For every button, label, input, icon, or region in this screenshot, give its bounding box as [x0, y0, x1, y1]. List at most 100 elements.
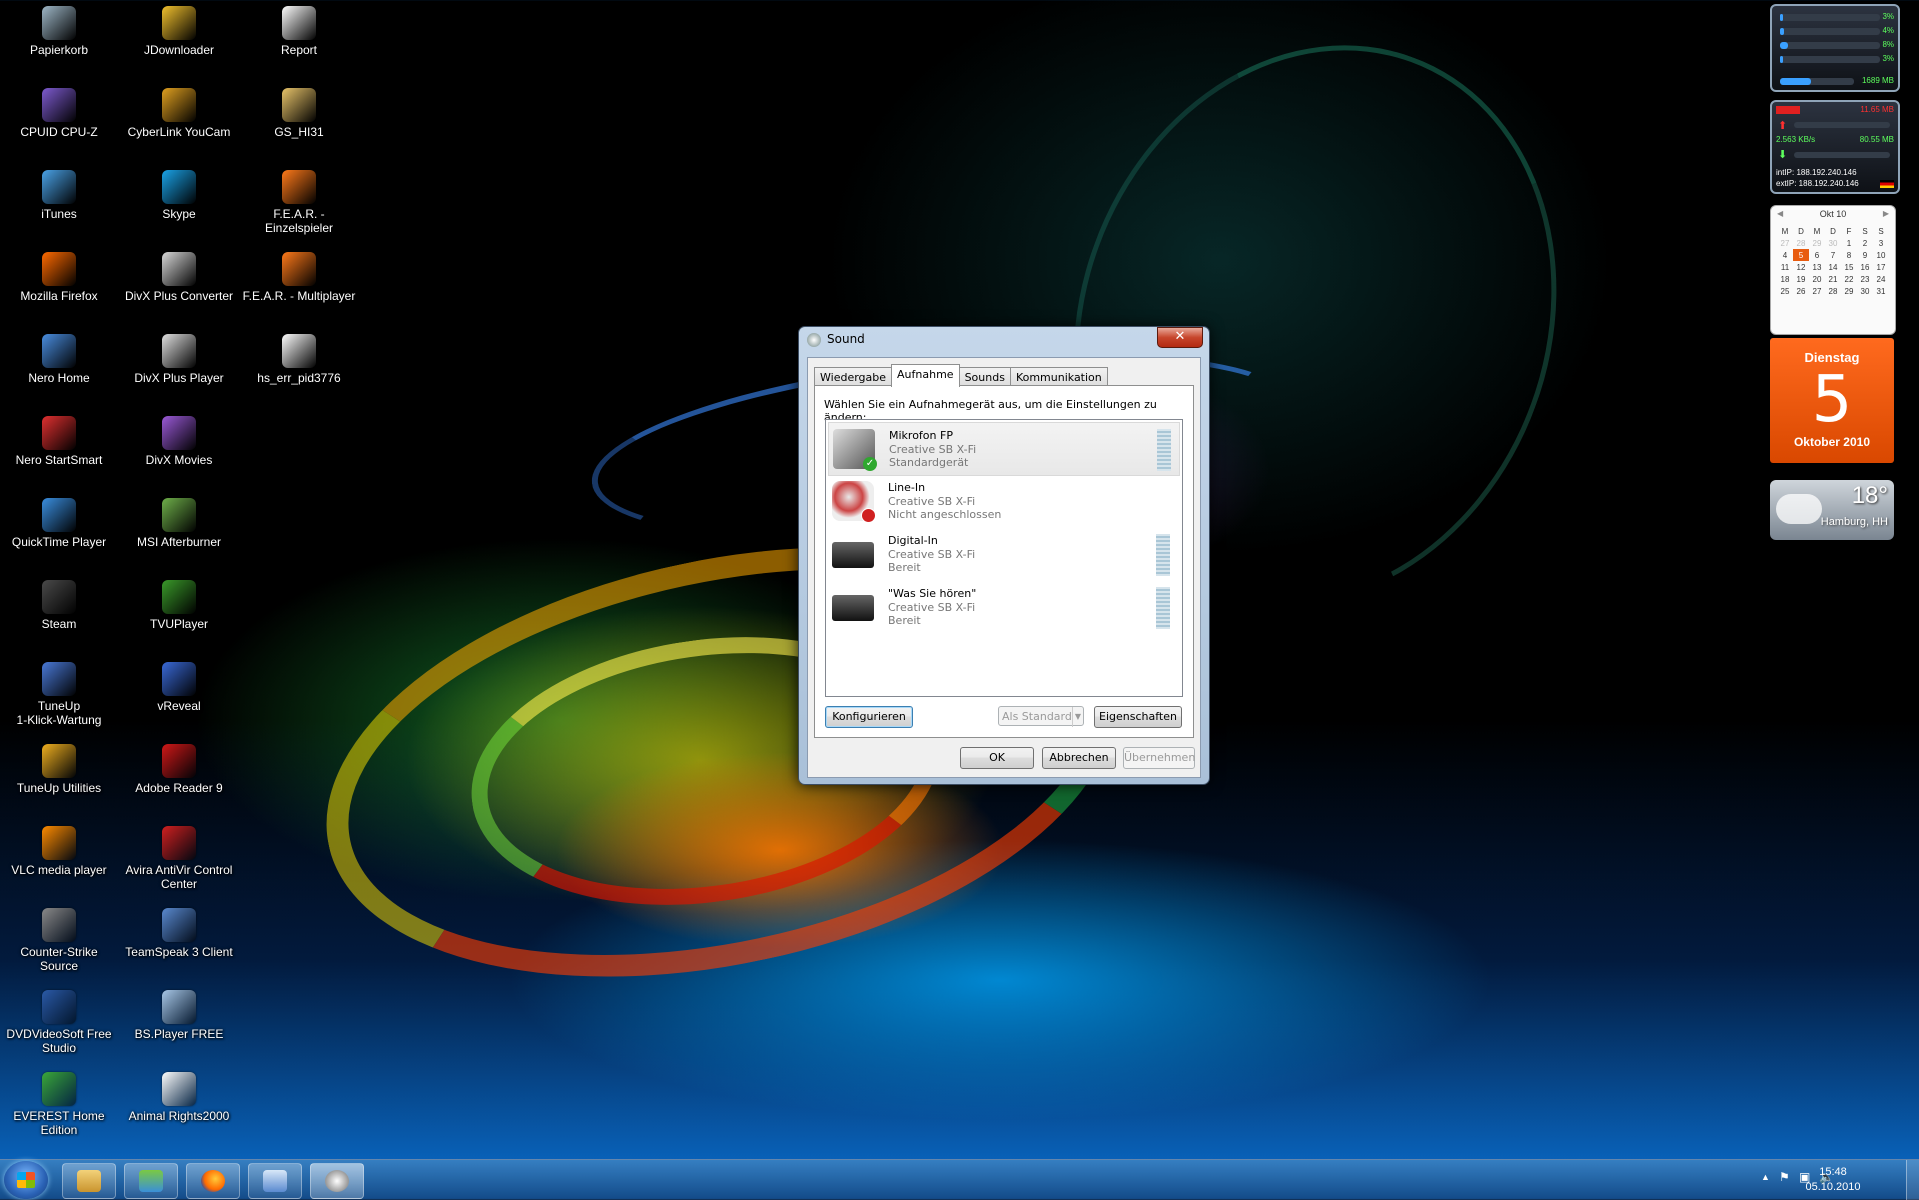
calendar-day[interactable]: 15: [1841, 261, 1857, 273]
list-item[interactable]: "Was Sie hören" Creative SB X-Fi Bereit: [828, 581, 1178, 633]
tab-wiedergabe[interactable]: Wiedergabe: [814, 367, 893, 387]
calendar-day[interactable]: 21: [1825, 273, 1841, 285]
desktop-icon[interactable]: Steam: [0, 580, 118, 631]
desktop-icon[interactable]: EVEREST Home Edition: [0, 1072, 118, 1137]
desktop-icon[interactable]: Adobe Reader 9: [120, 744, 238, 795]
calendar-day[interactable]: 28: [1793, 237, 1809, 249]
desktop-icon[interactable]: Counter-Strike Source: [0, 908, 118, 973]
desktop-icon[interactable]: Nero StartSmart: [0, 416, 118, 467]
properties-button[interactable]: Eigenschaften: [1094, 706, 1182, 728]
calendar-day[interactable]: 3: [1873, 237, 1889, 249]
close-button[interactable]: ✕: [1157, 327, 1203, 348]
desktop-icon[interactable]: TuneUp 1-Klick-Wartung: [0, 662, 118, 727]
desktop-icon[interactable]: VLC media player: [0, 826, 118, 877]
desktop-icon[interactable]: DivX Movies: [120, 416, 238, 467]
calendar-day[interactable]: 5: [1793, 249, 1809, 261]
calendar-day[interactable]: 31: [1873, 285, 1889, 297]
calendar-day[interactable]: 22: [1841, 273, 1857, 285]
calendar-day[interactable]: 27: [1809, 285, 1825, 297]
set-default-button[interactable]: Als Standard ▼: [998, 706, 1084, 727]
calendar-day[interactable]: 23: [1857, 273, 1873, 285]
desktop-icon[interactable]: F.E.A.R. - Multiplayer: [240, 252, 358, 303]
clock[interactable]: 15:48 05.10.2010: [1803, 1165, 1863, 1195]
flag-icon[interactable]: ⚑: [1779, 1170, 1790, 1184]
desktop-icon[interactable]: DivX Plus Player: [120, 334, 238, 385]
list-item[interactable]: ✓ Mikrofon FP Creative SB X-Fi Standardg…: [828, 422, 1180, 476]
calendar-day[interactable]: 7: [1825, 249, 1841, 261]
show-desktop-button[interactable]: [1906, 1160, 1919, 1200]
calendar-gadget[interactable]: ◀ Okt 10 ▶ M D M D F S S 27 28 29 30 1 2 3 4 5 6 7 8 9 10 11 1…: [1770, 205, 1896, 335]
network-meter-gadget[interactable]: 11.65 MB ⬆ 2.563 KB/s 80.55 MB ⬇ intIP: …: [1770, 100, 1900, 194]
calendar-day[interactable]: 2: [1857, 237, 1873, 249]
desktop-icon[interactable]: TuneUp Utilities: [0, 744, 118, 795]
desktop-icon[interactable]: CyberLink YouCam: [120, 88, 238, 139]
calendar-day[interactable]: 12: [1793, 261, 1809, 273]
calendar-day[interactable]: 14: [1825, 261, 1841, 273]
apply-button[interactable]: Übernehmen: [1123, 747, 1195, 769]
desktop-icon[interactable]: DivX Plus Converter: [120, 252, 238, 303]
tray-chevron-up-icon[interactable]: ▲: [1761, 1172, 1770, 1182]
calendar-day[interactable]: 27: [1777, 237, 1793, 249]
calendar-day[interactable]: 20: [1809, 273, 1825, 285]
desktop-icon[interactable]: Animal Rights2000: [120, 1072, 238, 1123]
taskbar-network-button[interactable]: [124, 1163, 178, 1199]
desktop-icon[interactable]: Mozilla Firefox: [0, 252, 118, 303]
list-item[interactable]: Line-In Creative SB X-Fi Nicht angeschlo…: [828, 475, 1178, 527]
desktop-icon[interactable]: TVUPlayer: [120, 580, 238, 631]
desktop-icon[interactable]: DVDVideoSoft Free Studio: [0, 990, 118, 1055]
desktop-icon[interactable]: GS_HI31: [240, 88, 358, 139]
desktop-icon[interactable]: hs_err_pid3776: [240, 334, 358, 385]
cpu-meter-gadget[interactable]: 3% 4% 8% 3% 1689 MB: [1770, 4, 1900, 92]
calendar-day[interactable]: 30: [1825, 237, 1841, 249]
calendar-day[interactable]: 8: [1841, 249, 1857, 261]
calendar-day[interactable]: 13: [1809, 261, 1825, 273]
desktop-icon[interactable]: CPUID CPU-Z: [0, 88, 118, 139]
calendar-day[interactable]: 29: [1809, 237, 1825, 249]
calendar-day[interactable]: 1: [1841, 237, 1857, 249]
calendar-day[interactable]: 18: [1777, 273, 1793, 285]
taskbar-explorer-button[interactable]: [62, 1163, 116, 1199]
desktop-icon[interactable]: TeamSpeak 3 Client: [120, 908, 238, 959]
calendar-day[interactable]: 19: [1793, 273, 1809, 285]
tab-kommunikation[interactable]: Kommunikation: [1009, 367, 1108, 387]
calendar-day[interactable]: 6: [1809, 249, 1825, 261]
desktop-icon[interactable]: JDownloader: [120, 6, 238, 57]
calendar-day[interactable]: 25: [1777, 285, 1793, 297]
desktop-icon[interactable]: Papierkorb: [0, 6, 118, 57]
taskbar-firefox-button[interactable]: [186, 1163, 240, 1199]
device-list[interactable]: ✓ Mikrofon FP Creative SB X-Fi Standardg…: [825, 419, 1183, 697]
calendar-day[interactable]: 17: [1873, 261, 1889, 273]
desktop-icon[interactable]: BS.Player FREE: [120, 990, 238, 1041]
calendar-day[interactable]: 9: [1857, 249, 1873, 261]
calendar-day[interactable]: 26: [1793, 285, 1809, 297]
calendar-day[interactable]: 28: [1825, 285, 1841, 297]
calendar-day[interactable]: 29: [1841, 285, 1857, 297]
list-item[interactable]: Digital-In Creative SB X-Fi Bereit: [828, 528, 1178, 580]
dialog-titlebar[interactable]: Sound ✕: [799, 327, 1209, 353]
calendar-day[interactable]: 4: [1777, 249, 1793, 261]
calendar-day[interactable]: 16: [1857, 261, 1873, 273]
taskbar-control-panel-button[interactable]: [248, 1163, 302, 1199]
calendar-day[interactable]: 24: [1873, 273, 1889, 285]
desktop-icon[interactable]: Avira AntiVir Control Center: [120, 826, 238, 891]
tab-sounds[interactable]: Sounds: [958, 367, 1011, 387]
start-button[interactable]: [4, 1161, 48, 1199]
calendar-day[interactable]: 11: [1777, 261, 1793, 273]
configure-button[interactable]: Konfigurieren: [825, 706, 913, 728]
desktop-icon[interactable]: MSI Afterburner: [120, 498, 238, 549]
ok-button[interactable]: OK: [960, 747, 1034, 769]
next-month-icon[interactable]: ▶: [1883, 209, 1889, 218]
desktop-icon[interactable]: vReveal: [120, 662, 238, 713]
desktop-icon[interactable]: Report: [240, 6, 358, 57]
desktop-icon[interactable]: QuickTime Player: [0, 498, 118, 549]
weather-gadget[interactable]: 18° Hamburg, HH: [1770, 480, 1894, 540]
desktop-icon[interactable]: Skype: [120, 170, 238, 221]
calendar-day[interactable]: 10: [1873, 249, 1889, 261]
desktop-icon[interactable]: Nero Home: [0, 334, 118, 385]
taskbar-sound-button[interactable]: [310, 1163, 364, 1199]
desktop-icon[interactable]: iTunes: [0, 170, 118, 221]
desktop-icon[interactable]: F.E.A.R. - Einzelspieler: [240, 170, 358, 235]
calendar-day[interactable]: 30: [1857, 285, 1873, 297]
cancel-button[interactable]: Abbrechen: [1042, 747, 1116, 769]
sound-dialog[interactable]: Sound ✕ Wiedergabe Aufnahme Sounds Kommu…: [798, 326, 1210, 785]
